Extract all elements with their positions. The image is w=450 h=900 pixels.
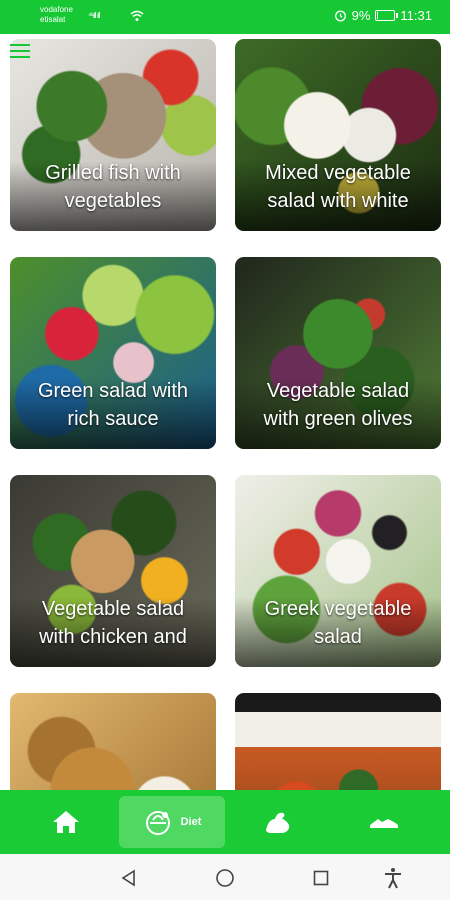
back-triangle-icon xyxy=(121,869,135,887)
recents-square-icon xyxy=(313,870,329,886)
system-nav-bar xyxy=(0,854,450,900)
recipe-card[interactable] xyxy=(10,693,216,790)
nav-home[interactable] xyxy=(36,790,96,854)
clock: 11:31 xyxy=(400,8,432,23)
battery-percent: 9% xyxy=(351,8,371,23)
accessibility-button[interactable] xyxy=(381,866,405,890)
wifi-icon xyxy=(130,10,144,21)
recipe-title: Greek vegetable salad xyxy=(264,598,412,648)
recipe-title: Vegetable salad with chicken and xyxy=(39,598,187,648)
diet-bowl-icon xyxy=(145,811,170,835)
recipe-card[interactable]: Mixed vegetable salad with white xyxy=(235,39,441,231)
recipe-title: Mixed vegetable salad with white xyxy=(265,162,411,212)
recipe-title: Vegetable salad with green olives xyxy=(263,380,413,430)
muscle-arm-icon xyxy=(266,812,290,833)
nav-diet[interactable]: Diet xyxy=(119,796,225,848)
nav-running[interactable] xyxy=(354,790,414,854)
battery-icon xyxy=(375,10,399,21)
nav-workout[interactable] xyxy=(248,790,308,854)
recents-button[interactable] xyxy=(309,866,333,890)
home-circle-icon xyxy=(216,869,234,887)
recipe-card[interactable]: Greek vegetable salad xyxy=(235,475,441,667)
status-bar: vodafone etisalat ⁴⁶ıll ıll 9% 11:31 xyxy=(0,0,450,34)
carrier-1: vodafone xyxy=(40,5,73,14)
home-nav-button[interactable] xyxy=(213,866,237,890)
sneaker-icon xyxy=(370,819,398,828)
recipe-card[interactable]: Green salad with rich sauce xyxy=(10,257,216,449)
recipe-card[interactable] xyxy=(235,693,441,790)
accessibility-icon xyxy=(385,868,401,889)
nav-diet-label: Diet xyxy=(180,816,202,828)
recipe-card[interactable]: Vegetable salad with chicken and xyxy=(10,475,216,667)
recipe-title: Grilled fish with vegetables xyxy=(45,162,181,212)
back-button[interactable] xyxy=(117,866,141,890)
carrier-names: vodafone etisalat xyxy=(40,5,73,25)
alarm-icon xyxy=(334,10,346,22)
home-icon xyxy=(53,811,79,833)
recipe-title: Green salad with rich sauce xyxy=(37,380,189,430)
recipe-grid: Grilled fish with vegetables Mixed vegeta… xyxy=(0,34,450,790)
recipe-card[interactable]: Vegetable salad with green olives xyxy=(235,257,441,449)
recipe-card[interactable]: Grilled fish with vegetables xyxy=(10,39,216,231)
bottom-nav: Diet xyxy=(0,790,450,854)
menu-icon[interactable] xyxy=(10,44,30,58)
carrier-2: etisalat xyxy=(40,15,66,24)
signal-icon: ⁴⁶ıll ıll xyxy=(88,11,100,20)
